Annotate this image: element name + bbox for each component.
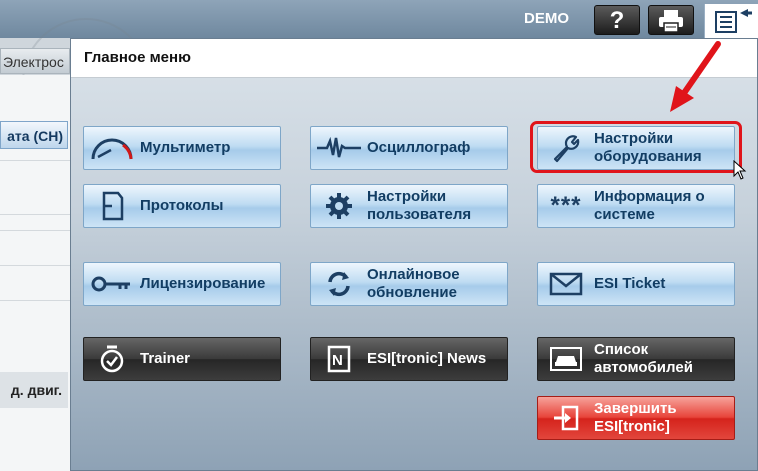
protocols-button[interactable]: Протоколы — [83, 184, 281, 228]
asterisks-icon: *** — [550, 192, 582, 219]
trainer-button[interactable]: Trainer — [83, 337, 281, 381]
svg-text:N: N — [332, 352, 343, 369]
trainer-label: Trainer — [140, 350, 191, 367]
refresh-icon — [328, 271, 350, 297]
key-icon — [91, 276, 130, 292]
oscilloscope-button[interactable]: Осциллограф — [310, 126, 508, 170]
esitronic-news-button[interactable]: N ESI[tronic] News — [310, 337, 508, 381]
divider — [0, 214, 70, 215]
user-settings-label: Настройки пользователя — [367, 188, 472, 223]
exit-label: Завершить ESI[tronic] — [594, 400, 677, 435]
vehicle-list-label: Список автомобилей — [594, 341, 693, 376]
news-icon: N — [327, 345, 351, 373]
exit-icon — [554, 405, 579, 431]
main-menu-button[interactable] — [704, 4, 758, 38]
highlight-frame — [530, 121, 742, 173]
protocols-label: Протоколы — [140, 197, 224, 214]
divider — [0, 265, 70, 266]
main-menu-title: Главное меню — [84, 49, 191, 66]
stopwatch-icon — [100, 345, 124, 373]
system-info-button[interactable]: *** Информация о системе — [537, 184, 735, 228]
help-icon: ? — [609, 7, 625, 34]
multimeter-label: Мультиметр — [140, 139, 231, 156]
background-tab[interactable]: Электрос — [0, 48, 70, 74]
multimeter-button[interactable]: Мультиметр — [83, 126, 281, 170]
esitronic-news-label: ESI[tronic] News — [367, 350, 487, 367]
engine-label: д. двиг. — [0, 372, 68, 408]
user-settings-button[interactable]: Настройки пользователя — [310, 184, 508, 228]
exit-button[interactable]: Завершить ESI[tronic] — [537, 396, 735, 440]
divider — [0, 230, 70, 231]
esi-ticket-label: ESI Ticket — [594, 275, 666, 292]
document-icon — [102, 191, 124, 221]
print-button[interactable] — [648, 5, 694, 35]
printer-icon — [659, 10, 683, 33]
divider — [0, 300, 70, 301]
waveform-icon — [317, 136, 361, 158]
car-icon — [550, 347, 582, 371]
system-info-label: Информация о системе — [594, 188, 705, 223]
gauge-icon — [91, 138, 133, 160]
vehicle-list-button[interactable]: Список автомобилей — [537, 337, 735, 381]
date-button[interactable]: ата (СН) — [0, 121, 68, 149]
demo-mode-label: DEMO — [524, 10, 569, 27]
divider — [0, 160, 70, 161]
help-button[interactable]: ? — [594, 5, 640, 35]
mouse-cursor-icon — [733, 160, 747, 180]
envelope-icon — [549, 272, 583, 296]
licensing-label: Лицензирование — [140, 275, 266, 292]
licensing-button[interactable]: Лицензирование — [83, 262, 281, 306]
gear-icon — [326, 193, 352, 219]
main-menu-header: Главное меню — [71, 39, 757, 78]
online-update-label: Онлайновое обновление — [367, 266, 460, 301]
esi-ticket-button[interactable]: ESI Ticket — [537, 262, 735, 306]
online-update-button[interactable]: Онлайновое обновление — [310, 262, 508, 306]
oscilloscope-label: Осциллограф — [367, 139, 471, 156]
menu-list-icon — [715, 9, 752, 33]
